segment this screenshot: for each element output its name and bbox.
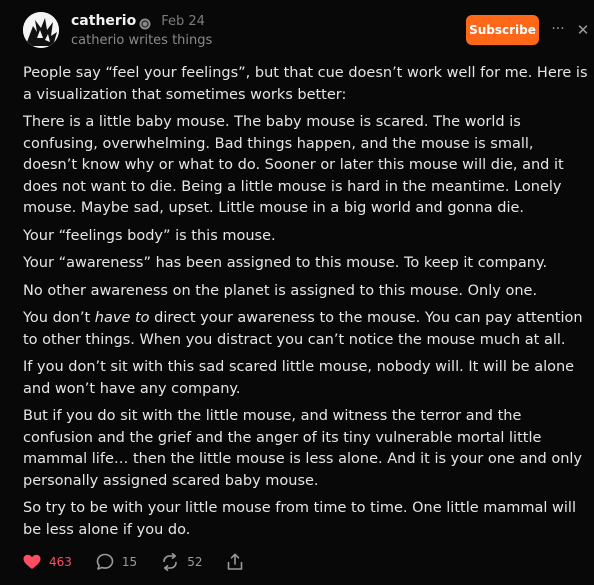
paragraph: No other awareness on the planet is assi… <box>23 282 538 299</box>
paragraph: Your “awareness” has been assigned to th… <box>23 255 548 271</box>
like-count: 463 <box>49 555 72 569</box>
post-body: People say “feel your feelings”, but tha… <box>23 63 589 547</box>
avatar-image <box>23 12 59 48</box>
comment-count: 15 <box>121 555 138 569</box>
restack-button[interactable]: 52 <box>161 553 202 571</box>
paragraph: There is a little baby mouse. The baby m… <box>23 114 564 216</box>
share-button[interactable] <box>226 553 244 571</box>
paragraph: You don’t have to direct your awareness … <box>23 308 589 351</box>
avatar[interactable] <box>23 12 59 48</box>
author-row: catherio Feb 24 <box>71 12 205 30</box>
author-name[interactable]: catherio <box>71 13 136 29</box>
paragraph: If you don’t sit with this sad scared li… <box>23 359 575 397</box>
emphasis-text: have to <box>94 310 150 326</box>
restack-icon <box>163 553 177 571</box>
paragraph: People say “feel your feelings”, but tha… <box>23 65 588 103</box>
post-date: Feb 24 <box>161 13 205 29</box>
subscribe-button[interactable]: Subscribe <box>466 15 539 45</box>
close-icon[interactable]: ✕ <box>576 20 590 40</box>
paragraph: Your “feelings body” is this mouse. <box>23 227 276 244</box>
heart-icon <box>23 554 41 569</box>
paragraph-text: You don’t <box>23 310 95 326</box>
post-header: catherio Feb 24 catherio writes things S… <box>0 0 594 60</box>
paragraph: So try to be with your little mouse from… <box>23 500 576 538</box>
more-icon[interactable]: ··· <box>550 20 566 40</box>
paragraph: But if you do sit with the little mouse,… <box>23 408 583 489</box>
publication-subtitle[interactable]: catherio writes things <box>71 33 212 48</box>
comment-button[interactable]: 15 <box>96 553 137 571</box>
share-icon <box>228 553 243 570</box>
comment-icon <box>96 553 114 570</box>
verified-badge-icon <box>139 15 151 30</box>
like-button[interactable]: 463 <box>23 554 72 570</box>
restack-count: 52 <box>187 555 203 569</box>
action-bar: 463 15 52 <box>23 552 244 572</box>
